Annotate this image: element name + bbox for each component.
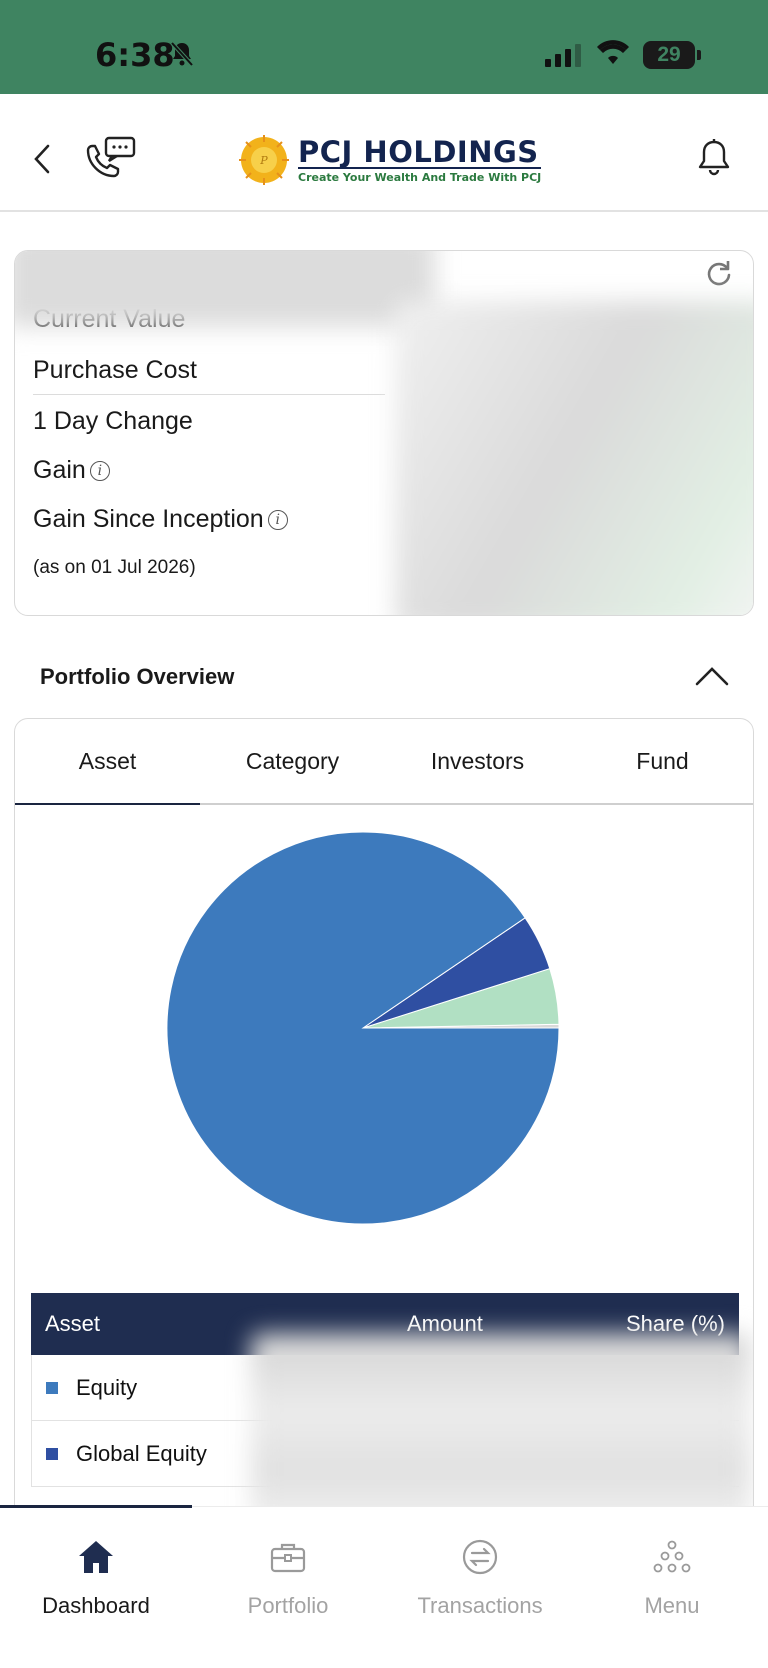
brand-name: PCJ HOLDINGS [298, 134, 539, 169]
nav-label: Portfolio [247, 1593, 329, 1618]
info-icon[interactable]: i [89, 461, 110, 482]
status-time: 6:38 [95, 36, 175, 74]
redacted-values [395, 301, 753, 615]
silent-mode-icon [170, 40, 194, 73]
chevron-up-icon[interactable] [694, 664, 730, 693]
briefcase-icon [268, 1537, 308, 1582]
asset-label: Global Equity [76, 1441, 207, 1466]
redacted-area [15, 251, 435, 327]
call-chat-icon[interactable] [82, 136, 138, 191]
tab-fund[interactable]: Fund [570, 719, 753, 803]
gain-row: Gain i [33, 456, 110, 485]
redacted-table-values [251, 1333, 751, 1533]
sun-logo-icon: P [239, 135, 289, 185]
tab-asset[interactable]: Asset [15, 719, 200, 805]
nav-transactions[interactable]: Transactions [384, 1507, 576, 1637]
nav-label: Menu [644, 1593, 700, 1618]
nav-label: Transactions [417, 1593, 543, 1618]
status-bar: 6:38 29 [0, 0, 768, 94]
info-icon[interactable]: i [267, 510, 288, 531]
one-day-change-label: 1 Day Change [33, 407, 193, 435]
back-arrow-icon[interactable] [30, 142, 54, 181]
portfolio-summary-card: Current Value Purchase Cost 1 Day Change… [14, 250, 754, 616]
notification-bell-icon[interactable] [696, 138, 732, 183]
header-asset: Asset [45, 1311, 101, 1336]
home-icon [76, 1537, 116, 1582]
asset-pie-chart [166, 831, 560, 1225]
svg-text:P: P [259, 154, 268, 167]
nav-portfolio[interactable]: Portfolio [192, 1507, 384, 1637]
as-of-date: (as on 01 Jul 2026) [33, 557, 196, 578]
bottom-navigation: Dashboard Portfolio Transactions Menu [0, 1505, 768, 1668]
portfolio-overview-title: Portfolio Overview [40, 664, 235, 689]
nav-dashboard[interactable]: Dashboard [0, 1507, 192, 1637]
asset-label: Equity [76, 1375, 138, 1400]
nav-menu[interactable]: Menu [576, 1507, 768, 1637]
battery-icon: 29 [643, 41, 701, 69]
cellular-signal-icon [545, 44, 581, 67]
legend-swatch [46, 1382, 58, 1394]
portfolio-overview-panel: Asset Category Investors Fund Asset Amou… [14, 718, 754, 1558]
pie-slice-equity[interactable] [166, 831, 560, 1225]
legend-swatch [46, 1448, 58, 1460]
brand-logo: P PCJ HOLDINGS Create Your Wealth And Tr… [238, 134, 542, 186]
overview-tabs: Asset Category Investors Fund [15, 719, 753, 805]
menu-dots-icon [652, 1537, 692, 1582]
purchase-cost-label: Purchase Cost [33, 356, 197, 384]
gain-since-inception-label: Gain Since Inception [33, 505, 264, 533]
brand-tagline: Create Your Wealth And Trade With PCJ [298, 166, 542, 184]
wifi-icon [596, 40, 630, 71]
row-divider [33, 394, 385, 395]
gain-since-inception-row: Gain Since Inception i [33, 505, 288, 534]
tab-category[interactable]: Category [200, 719, 385, 803]
app-header: P PCJ HOLDINGS Create Your Wealth And Tr… [0, 94, 768, 212]
nav-label: Dashboard [42, 1593, 150, 1618]
tab-investors[interactable]: Investors [385, 719, 570, 803]
asset-table: Asset Amount Share (%) Equity Global Equ… [31, 1293, 751, 1533]
refresh-icon[interactable] [705, 259, 733, 292]
gain-label: Gain [33, 456, 86, 484]
exchange-icon [460, 1537, 500, 1582]
